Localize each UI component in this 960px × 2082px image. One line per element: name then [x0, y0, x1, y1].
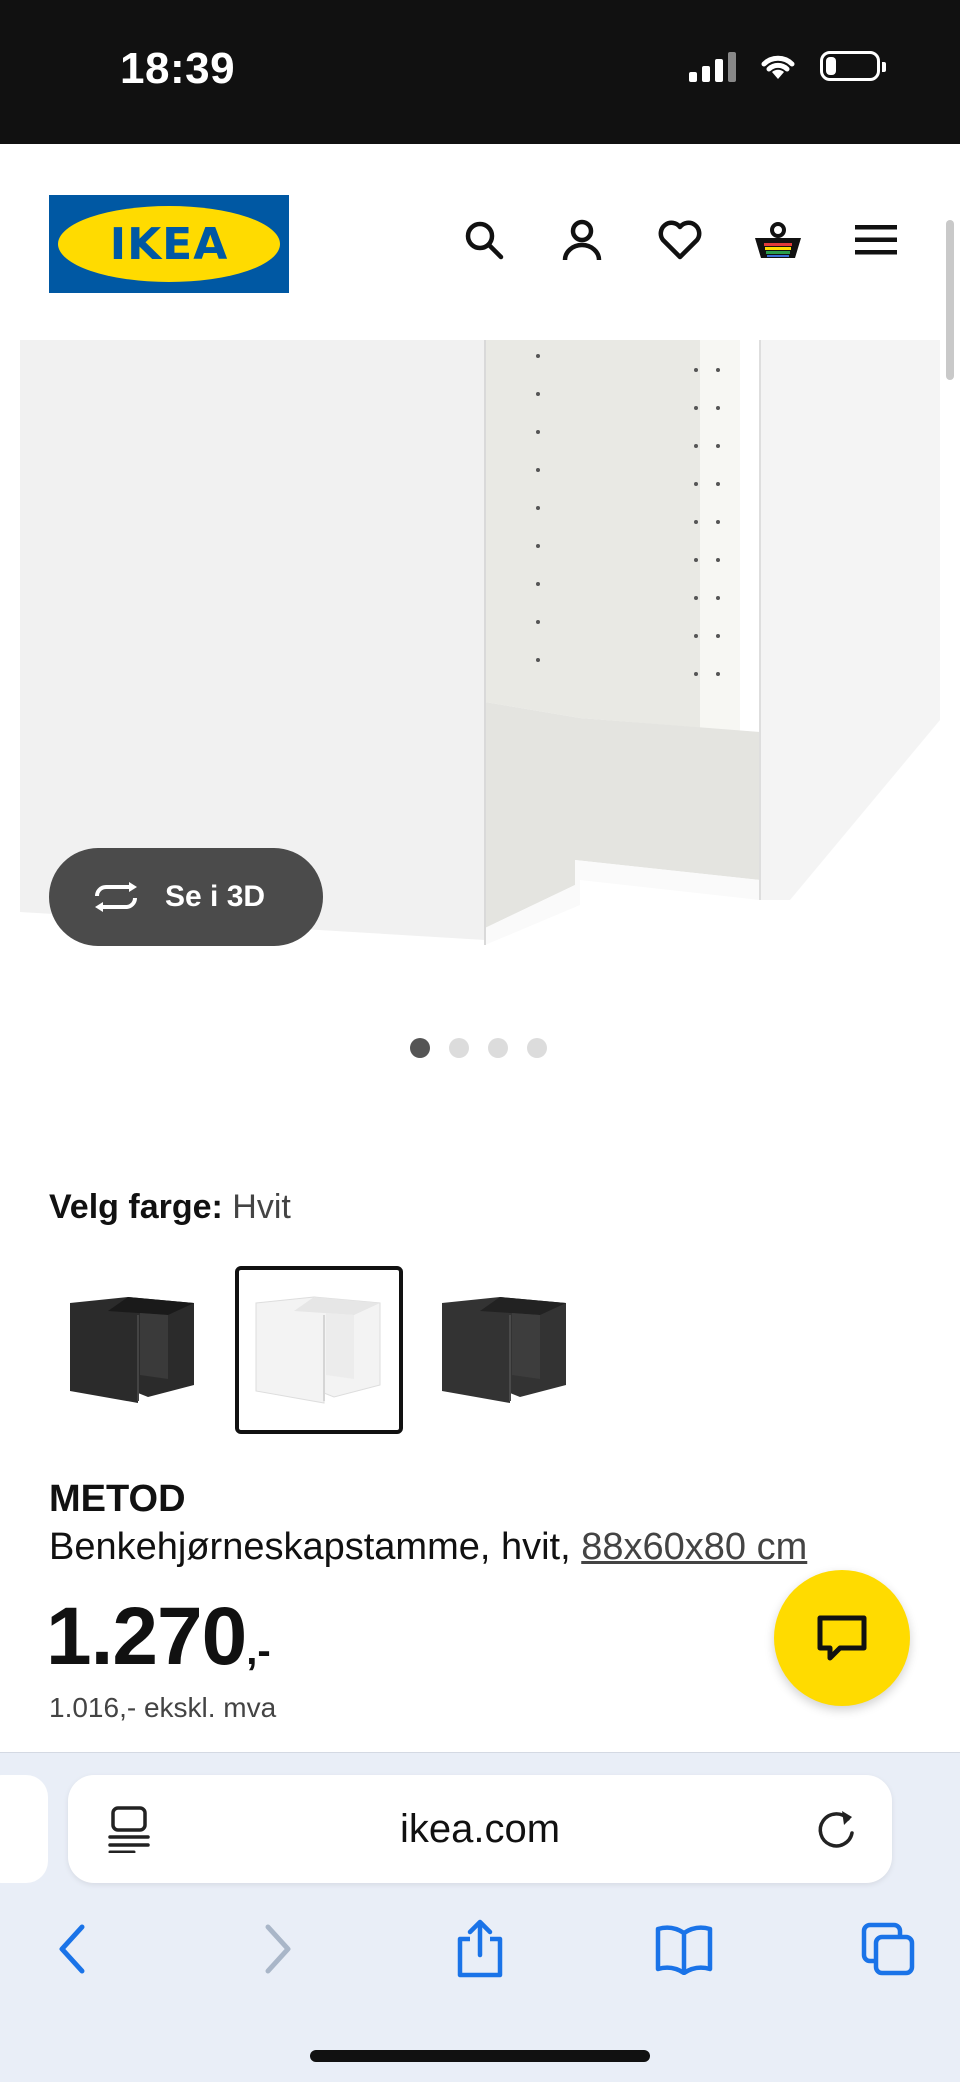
- bookmarks-icon[interactable]: [652, 1917, 716, 1981]
- rotate-3d-icon: [95, 882, 137, 912]
- carousel-dot[interactable]: [488, 1038, 508, 1058]
- wifi-icon: [761, 55, 795, 79]
- price-value: 1.270: [46, 1591, 247, 1682]
- menu-icon[interactable]: [850, 214, 902, 266]
- cabinet-white-thumbnail: [255, 1296, 381, 1404]
- product-description-text: Benkehjørneskapstamme, hvit,: [49, 1526, 582, 1568]
- view-3d-label: Se i 3D: [165, 880, 266, 913]
- account-icon[interactable]: [556, 214, 608, 266]
- color-selected-value: Hvit: [232, 1188, 291, 1226]
- status-time: 18:39: [120, 44, 236, 93]
- cellular-signal-icon: [689, 50, 736, 82]
- chat-button[interactable]: [774, 1570, 910, 1706]
- carousel-dot[interactable]: [527, 1038, 547, 1058]
- chat-icon: [817, 1615, 867, 1661]
- share-icon[interactable]: [448, 1917, 512, 1981]
- color-swatches: [49, 1266, 589, 1434]
- status-bar: 18:39: [0, 0, 960, 144]
- view-3d-button[interactable]: Se i 3D: [49, 848, 323, 946]
- home-indicator[interactable]: [310, 2050, 650, 2062]
- status-icons: [689, 50, 886, 82]
- header-nav: [458, 214, 902, 266]
- back-icon[interactable]: [40, 1917, 104, 1981]
- color-swatch-white[interactable]: [235, 1266, 403, 1434]
- price-suffix: ,-: [246, 1629, 271, 1673]
- product-name: METOD: [49, 1478, 186, 1520]
- ikea-logo[interactable]: IKEA: [49, 195, 289, 293]
- page-scrollbar[interactable]: [946, 220, 954, 380]
- color-swatch-black-brown[interactable]: [49, 1266, 217, 1434]
- forward-icon[interactable]: [246, 1917, 310, 1981]
- price-excl-vat: 1.016,- ekskl. mva: [49, 1692, 277, 1723]
- site-header: IKEA: [0, 144, 960, 340]
- reload-icon[interactable]: [814, 1805, 860, 1853]
- color-swatch-black[interactable]: [421, 1266, 589, 1434]
- browser-chrome: ikea.com: [0, 1752, 960, 2082]
- tabs-icon[interactable]: [856, 1917, 920, 1981]
- product-image-gallery[interactable]: Se i 3D: [20, 340, 940, 980]
- search-icon[interactable]: [458, 214, 510, 266]
- previous-tab-preview[interactable]: [0, 1775, 48, 1883]
- color-picker-label: Velg farge: Hvit: [49, 1188, 291, 1227]
- cabinet-black-brown-thumbnail: [70, 1297, 194, 1403]
- cart-icon[interactable]: [752, 214, 804, 266]
- image-carousel-dots: [410, 1038, 547, 1058]
- product-dimensions-link[interactable]: 88x60x80 cm: [581, 1526, 807, 1568]
- carousel-dot[interactable]: [410, 1038, 430, 1058]
- product-description: Benkehjørneskapstamme, hvit, 88x60x80 cm: [49, 1526, 807, 1569]
- battery-icon: [820, 51, 886, 81]
- cabinet-black-thumbnail: [442, 1297, 566, 1403]
- logo-text: IKEA: [109, 218, 229, 270]
- color-label-text: Velg farge:: [49, 1188, 223, 1226]
- url-text: ikea.com: [399, 1807, 561, 1851]
- heart-icon[interactable]: [654, 214, 706, 266]
- address-bar[interactable]: ikea.com: [68, 1775, 892, 1883]
- carousel-dot[interactable]: [449, 1038, 469, 1058]
- product-price: 1.270,-: [46, 1590, 271, 1684]
- browser-toolbar: [0, 1913, 960, 1993]
